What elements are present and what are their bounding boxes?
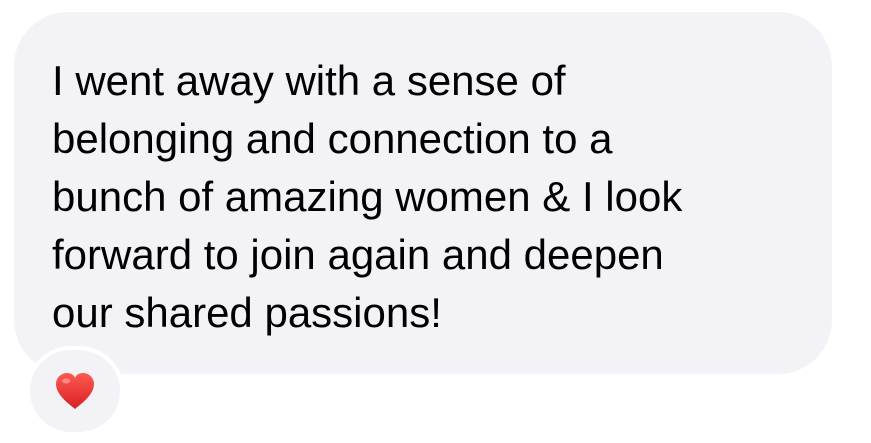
reaction-badge[interactable] (26, 346, 124, 436)
red-heart-icon (53, 371, 97, 411)
message-text: I went away with a sense of belonging an… (52, 57, 683, 336)
message-bubble[interactable]: I went away with a sense of belonging an… (14, 12, 832, 374)
